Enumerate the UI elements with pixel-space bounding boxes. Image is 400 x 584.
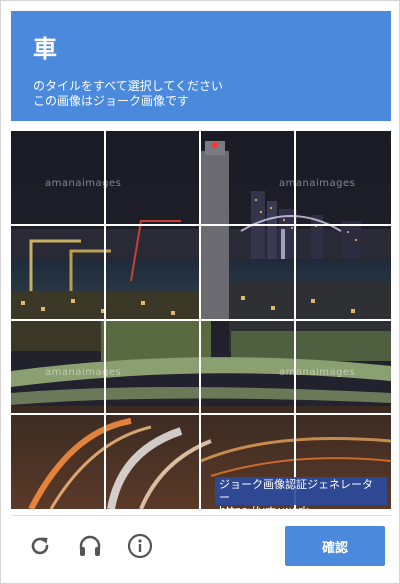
- grid-tile-3-4[interactable]: [296, 321, 391, 415]
- image-grid: amanaimages amanaimages amanaimages aman…: [11, 131, 391, 509]
- info-icon: [127, 533, 153, 559]
- instruction-line-2: この画像はジョーク画像です: [33, 94, 190, 108]
- grid-tile-2-4[interactable]: [296, 226, 391, 321]
- grid-tile-2-3[interactable]: [201, 226, 296, 321]
- grid-tile-3-3[interactable]: [201, 321, 296, 415]
- headphones-icon: [79, 535, 101, 556]
- grid-tile-2-1[interactable]: [11, 226, 106, 321]
- footer-divider: [11, 515, 391, 516]
- grid-tile-1-4[interactable]: [296, 131, 391, 226]
- grid-tile-2-2[interactable]: [106, 226, 201, 321]
- instruction-text: のタイルをすべて選択してください この画像はジョーク画像です: [33, 79, 223, 109]
- grid-tile-1-1[interactable]: [11, 131, 106, 226]
- reload-icon: [31, 537, 49, 555]
- grid-tile-4-1[interactable]: [11, 415, 106, 509]
- reload-button[interactable]: [27, 533, 53, 559]
- generator-credit: ジョーク画像認証ジェネレーター https://vrty.work: [215, 477, 387, 517]
- audio-challenge-button[interactable]: [77, 533, 103, 559]
- info-button[interactable]: [127, 533, 153, 559]
- grid-tile-3-1[interactable]: [11, 321, 106, 415]
- grid-tile-1-2[interactable]: [106, 131, 201, 226]
- grid-tile-3-2[interactable]: [106, 321, 201, 415]
- grid-tile-1-3[interactable]: [201, 131, 296, 226]
- verify-button[interactable]: 確認: [285, 526, 385, 566]
- captcha-header: 車 のタイルをすべて選択してください この画像はジョーク画像です: [11, 11, 391, 121]
- captcha-widget: 車 のタイルをすべて選択してください この画像はジョーク画像です amanaim…: [0, 0, 400, 584]
- instruction-line-1: のタイルをすべて選択してください: [33, 79, 223, 93]
- grid-tile-4-2[interactable]: [106, 415, 201, 509]
- credit-title: ジョーク画像認証ジェネレーター: [219, 478, 373, 504]
- target-keyword: 車: [33, 35, 57, 63]
